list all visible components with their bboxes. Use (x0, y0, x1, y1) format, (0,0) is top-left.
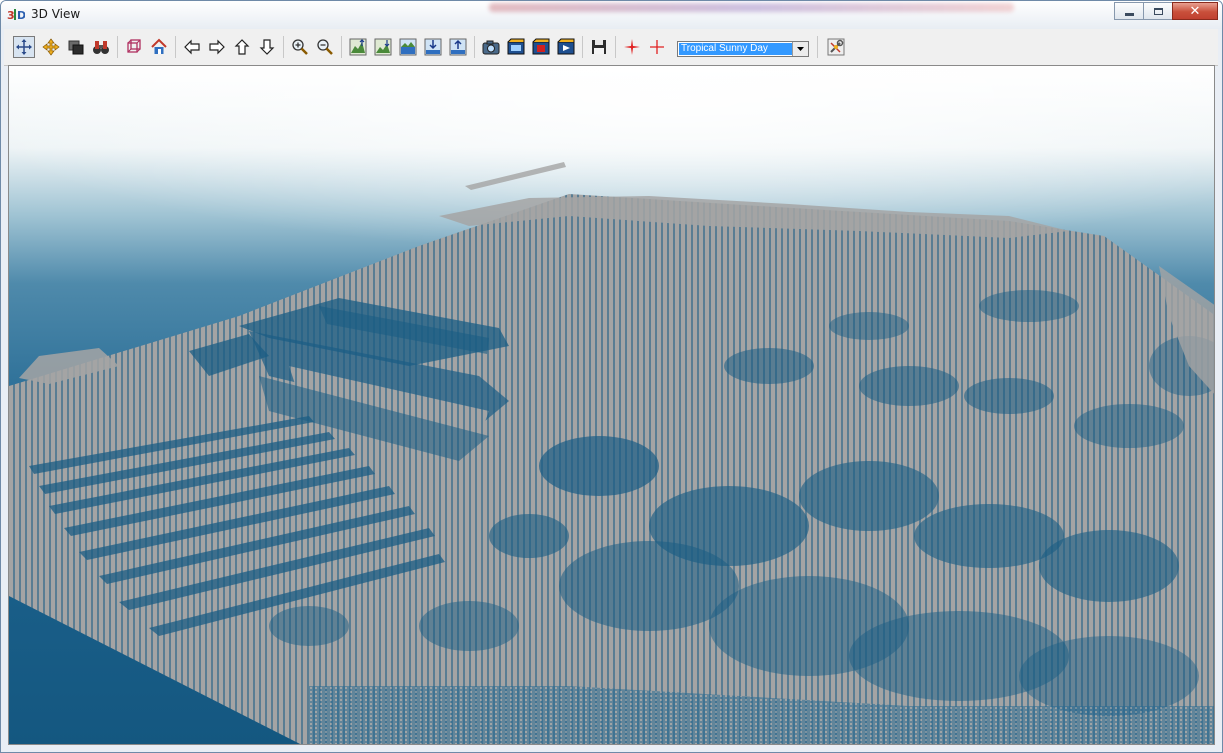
bounding-box-icon (127, 39, 141, 53)
arrow-down-icon (259, 39, 275, 55)
terrain-down-icon (374, 38, 392, 56)
arrow-right-icon (209, 39, 225, 55)
toolbar-separator (582, 36, 583, 58)
fly-binoculars-button[interactable] (90, 36, 112, 58)
maximize-button[interactable] (1143, 2, 1173, 20)
pan-tool-button[interactable] (40, 36, 62, 58)
pan-move-icon (42, 38, 60, 56)
play-movie-button[interactable] (555, 36, 577, 58)
dropdown-arrow-button[interactable] (792, 42, 808, 56)
move-left-button[interactable] (181, 36, 203, 58)
move-right-button[interactable] (206, 36, 228, 58)
zoom-in-icon (292, 39, 308, 55)
title-bar[interactable]: 3 D 3D View ✕ (1, 1, 1222, 29)
water-level-icon (399, 38, 417, 56)
film-play-icon (557, 38, 575, 55)
close-icon: ✕ (1189, 3, 1201, 19)
water-level-button[interactable] (397, 36, 419, 58)
navigate-arrows-icon (16, 39, 32, 55)
settings-tools-icon (827, 38, 845, 56)
film-icon (507, 38, 525, 55)
zoom-out-button[interactable] (314, 36, 336, 58)
arrow-left-icon (184, 39, 200, 55)
toolbar-separator (615, 36, 616, 58)
crosshair-thin-button[interactable] (646, 36, 668, 58)
move-down-button[interactable] (256, 36, 278, 58)
svg-text:3: 3 (7, 9, 15, 22)
3d-app-icon: 3 D (7, 9, 25, 22)
minimize-button[interactable] (1114, 2, 1144, 20)
record-movie-button[interactable] (505, 36, 527, 58)
svg-text:D: D (17, 9, 25, 22)
terrain-exaggerate-button[interactable] (347, 36, 369, 58)
toolbar: Tropical Sunny Day (4, 29, 1218, 66)
bounding-box-button[interactable] (123, 36, 145, 58)
save-button[interactable] (588, 36, 610, 58)
stop-recording-button[interactable] (530, 36, 552, 58)
capture-image-button[interactable] (480, 36, 502, 58)
toolbar-separator (474, 36, 475, 58)
navigate-tool-button[interactable] (13, 36, 35, 58)
move-up-button[interactable] (231, 36, 253, 58)
raise-icon (449, 38, 467, 56)
maximize-icon (1153, 7, 1163, 15)
film-stop-icon (532, 38, 550, 55)
crosshair-red-button[interactable] (621, 36, 643, 58)
point-cloud-scene[interactable] (9, 66, 1215, 745)
settings-button[interactable] (825, 36, 847, 58)
minimize-icon (1124, 12, 1134, 16)
lower-view-button[interactable] (422, 36, 444, 58)
lower-icon (424, 38, 442, 56)
crosshair-red-icon (624, 39, 640, 55)
toolbar-separator (175, 36, 176, 58)
3d-viewport[interactable] (8, 65, 1215, 745)
raise-view-button[interactable] (447, 36, 469, 58)
toolbar-separator (817, 36, 818, 58)
terrain-up-icon (349, 38, 367, 56)
camera-icon (482, 40, 500, 55)
background-window-ghost (489, 3, 1014, 12)
sky-preset-value: Tropical Sunny Day (679, 43, 794, 55)
home-view-button[interactable] (148, 36, 170, 58)
chevron-down-icon (797, 47, 804, 51)
arrow-up-icon (234, 39, 250, 55)
save-disk-icon (592, 40, 606, 54)
zoom-in-button[interactable] (289, 36, 311, 58)
toolbar-separator (117, 36, 118, 58)
window-controls: ✕ (1114, 2, 1218, 21)
crosshair-thin-icon (650, 40, 664, 54)
window-title: 3D View (31, 7, 81, 21)
terrain-flatten-button[interactable] (372, 36, 394, 58)
window-3d-view: 3 D 3D View ✕ (0, 0, 1223, 753)
close-button[interactable]: ✕ (1172, 2, 1218, 20)
layer-stack-button[interactable] (65, 36, 87, 58)
toolbar-separator (283, 36, 284, 58)
home-icon (151, 38, 167, 54)
sky-preset-select[interactable]: Tropical Sunny Day (677, 41, 809, 57)
binoculars-icon (93, 41, 109, 54)
toolbar-separator (341, 36, 342, 58)
layers-icon (68, 40, 84, 55)
zoom-out-icon (317, 39, 333, 55)
